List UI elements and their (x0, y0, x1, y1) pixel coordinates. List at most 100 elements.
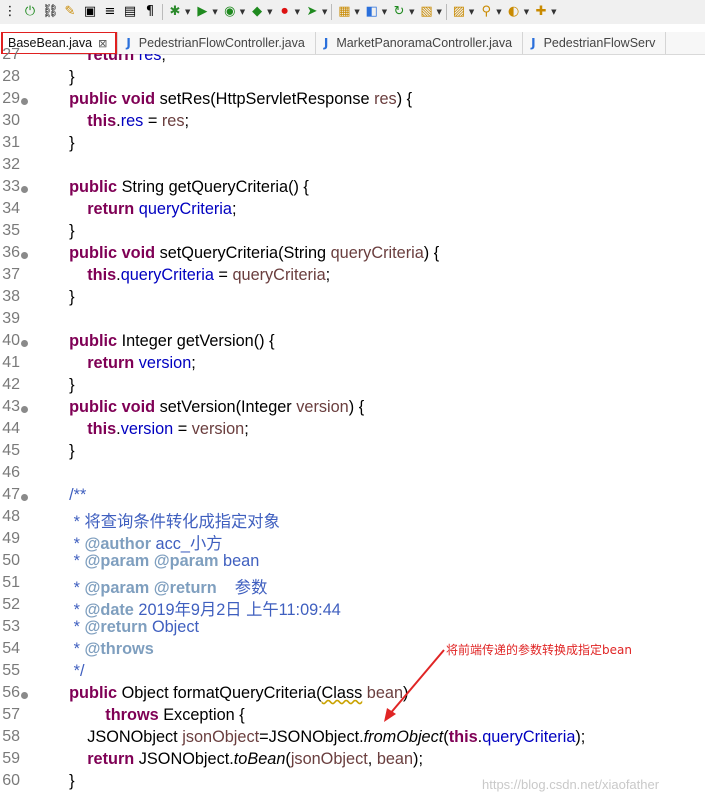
fold-toggle-icon[interactable] (21, 186, 28, 193)
run-icon[interactable]: ▶ (194, 4, 210, 20)
refresh-icon[interactable]: ↻ (391, 4, 407, 20)
fold-toggle-icon[interactable] (21, 494, 28, 501)
profile-icon[interactable]: ◉ (222, 4, 238, 20)
code-token: throws (105, 706, 159, 724)
line-number: 33 (2, 178, 20, 195)
code-editor[interactable]: return res; } public void setRes(HttpSer… (40, 54, 705, 804)
open-task-icon[interactable]: ▨ (451, 4, 467, 20)
dropdown-arrow-icon[interactable]: ▼ (382, 8, 387, 16)
select-icon[interactable]: ▣ (82, 4, 98, 20)
debug-icon[interactable]: ✱ (167, 4, 183, 20)
code-line: * @param @param bean (51, 552, 260, 571)
code-token: res (161, 112, 185, 130)
link-icon[interactable]: ⛓ (42, 4, 59, 20)
editor-tab[interactable]: J PedestrianFlowController.java (118, 32, 316, 54)
code-token: * (73, 535, 85, 553)
line-number: 27 (2, 46, 20, 63)
dropdown-arrow-icon[interactable]: ▼ (437, 8, 442, 16)
line-number: 51 (2, 574, 20, 591)
dropdown-arrow-icon[interactable]: ▼ (551, 8, 556, 16)
line-number: 31 (2, 134, 20, 151)
code-token: } (51, 288, 75, 306)
line-number: 38 (2, 288, 20, 305)
new-package-icon[interactable]: ▦ (336, 4, 352, 20)
toggle-icon[interactable]: ⏻ (22, 4, 38, 20)
code-token: * (73, 601, 85, 619)
code-token: return (87, 200, 135, 218)
dropdown-arrow-icon[interactable]: ▼ (409, 8, 414, 16)
dropdown-arrow-icon[interactable]: ▼ (295, 8, 300, 16)
new-class-icon[interactable]: ◧ (364, 4, 380, 20)
code-token: bean (218, 552, 260, 570)
code-token: Exception { (158, 706, 245, 724)
team-icon[interactable]: ◐ (506, 4, 522, 20)
code-token: * (73, 552, 85, 570)
code-token: public (69, 90, 118, 108)
line-number: 39 (2, 310, 20, 327)
search-icon[interactable]: ⚲ (478, 4, 494, 20)
code-token: =JSONObject. (259, 728, 364, 746)
dropdown-arrow-icon[interactable]: ▼ (267, 8, 272, 16)
code-token: void (121, 398, 156, 416)
code-token: ; (191, 354, 196, 372)
line-number: 54 (2, 640, 20, 657)
fold-toggle-icon[interactable] (21, 252, 28, 259)
code-line: } (51, 134, 74, 153)
code-token: setVersion(Integer (155, 398, 297, 416)
editor-tab[interactable]: J MarketPanoramaController.java (316, 32, 524, 54)
pilcrow-icon[interactable]: ¶ (142, 4, 158, 20)
code-token: @throws (84, 640, 154, 658)
dropdown-arrow-icon[interactable]: ▼ (240, 8, 245, 16)
code-token: JSONObject (51, 728, 183, 746)
line-number: 30 (2, 112, 20, 129)
line-number: 58 (2, 728, 20, 745)
highlight-icon[interactable]: ✎ (62, 4, 78, 20)
code-token: */ (73, 662, 85, 680)
code-token: public (69, 244, 118, 262)
code-line: } (51, 68, 74, 87)
line-number: 36 (2, 244, 20, 261)
dropdown-arrow-icon[interactable]: ▼ (212, 8, 217, 16)
code-token: bean (366, 684, 404, 702)
code-token: ; (184, 112, 190, 130)
fold-toggle-icon[interactable] (21, 98, 28, 105)
dropdown-arrow-icon[interactable]: ▼ (185, 8, 190, 16)
code-token: return (87, 354, 135, 372)
external-icon[interactable]: ➤ (304, 4, 320, 20)
dropdown-arrow-icon[interactable]: ▼ (469, 8, 474, 16)
code-token: version (296, 398, 349, 416)
coverage-icon[interactable]: ◆ (249, 4, 265, 20)
line-number: 49 (2, 530, 20, 547)
editor-tab[interactable]: J PedestrianFlowServ (523, 32, 667, 54)
fold-toggle-icon[interactable] (21, 340, 28, 347)
doc-icon[interactable]: ▤ (122, 4, 138, 20)
line-number: 44 (2, 420, 20, 437)
line-number: 53 (2, 618, 20, 635)
line-number: 52 (2, 596, 20, 613)
code-token: } (51, 376, 75, 394)
dropdown-arrow-icon[interactable]: ▼ (354, 8, 359, 16)
close-tab-icon[interactable]: ⊠ (98, 37, 107, 50)
stop-icon[interactable]: ⏺ (277, 4, 293, 20)
dropdown-arrow-icon[interactable]: ▼ (496, 8, 501, 16)
fold-toggle-icon[interactable] (21, 692, 28, 699)
wrap-icon[interactable]: ≡ (102, 4, 118, 20)
line-number: 59 (2, 750, 20, 767)
annotate-icon[interactable]: ✚ (533, 4, 549, 20)
dropdown-arrow-icon[interactable]: ▼ (524, 8, 529, 16)
dropdown-arrow-icon[interactable]: ▼ (322, 8, 327, 16)
fold-toggle-icon[interactable] (21, 406, 28, 413)
code-token: = (143, 112, 162, 130)
hierarchy-icon[interactable]: ⋮ (2, 4, 18, 20)
code-token: ) { (348, 398, 365, 416)
open-type-icon[interactable]: ▧ (419, 4, 435, 20)
